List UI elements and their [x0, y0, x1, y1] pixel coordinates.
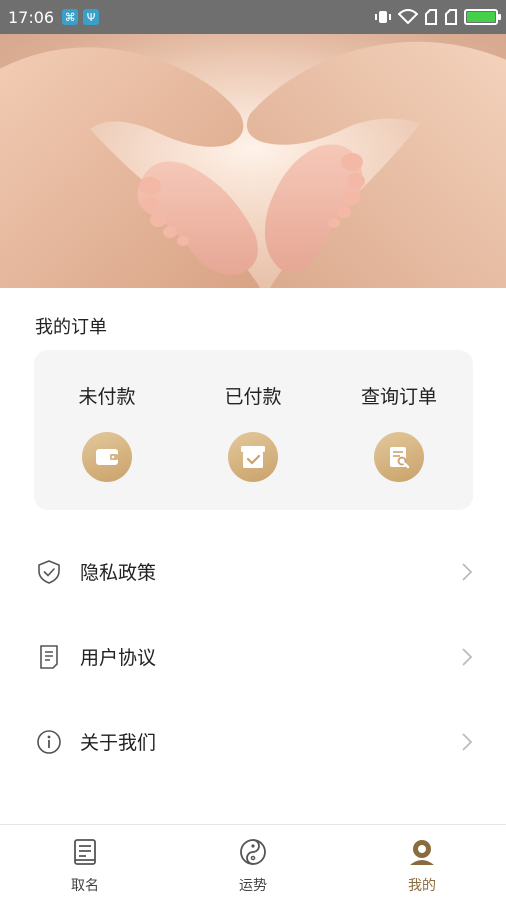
status-icons: [374, 9, 501, 25]
menu-user-agreement[interactable]: 用户协议: [0, 626, 506, 686]
status-bar: 17:06 ⌘ Ψ: [0, 0, 506, 34]
chevron-right-icon: [462, 648, 473, 666]
sim-icon: [425, 9, 437, 25]
notification-icon: ⌘: [62, 9, 79, 25]
tab-naming-label: 取名: [71, 878, 99, 894]
user-icon: [410, 840, 434, 865]
order-unpaid-button[interactable]: 未付款: [34, 382, 180, 482]
hero-banner-image: [0, 34, 506, 288]
battery-icon: [464, 9, 501, 25]
tab-fortune-label: 运势: [239, 878, 267, 894]
vibrate-icon: [375, 11, 391, 23]
page: 17:06 ⌘ Ψ 我的订单 未付款 已付款 查询订单 隐私政策 用户协议 关于…: [0, 0, 506, 900]
order-query-label: 查询订单: [360, 386, 437, 408]
book-icon: [74, 839, 96, 865]
search-order-icon: [374, 432, 424, 482]
orders-title: 我的订单: [35, 317, 107, 338]
menu-privacy-policy[interactable]: 隐私政策: [0, 541, 506, 601]
wallet-icon: [82, 432, 132, 482]
menu-about-label: 关于我们: [80, 732, 157, 754]
chevron-right-icon: [462, 563, 473, 581]
shield-check-icon: [38, 560, 60, 584]
chevron-right-icon: [462, 733, 473, 751]
orders-card: 未付款 已付款 查询订单: [34, 350, 473, 510]
yin-yang-icon: [240, 839, 266, 865]
usb-icon: Ψ: [83, 9, 100, 25]
info-icon: [37, 730, 61, 754]
tab-mine-label: 我的: [408, 878, 436, 894]
order-paid-button[interactable]: 已付款: [180, 382, 326, 482]
document-icon: [40, 645, 58, 669]
menu-privacy-label: 隐私政策: [80, 562, 157, 584]
order-query-button[interactable]: 查询订单: [326, 382, 472, 482]
tab-mine[interactable]: 我的: [372, 837, 472, 895]
status-time: 17:06: [8, 7, 55, 27]
paid-box-icon: [228, 432, 278, 482]
order-paid-label: 已付款: [224, 386, 282, 408]
order-unpaid-label: 未付款: [78, 386, 136, 408]
tab-naming[interactable]: 取名: [35, 837, 135, 895]
menu-about-us[interactable]: 关于我们: [0, 711, 506, 771]
baby-feet-illustration: [0, 34, 506, 288]
sim2-icon: [445, 9, 457, 25]
wifi-icon: [398, 9, 418, 25]
bottom-tab-bar: 取名 运势 我的: [0, 824, 506, 900]
menu-agreement-label: 用户协议: [80, 647, 157, 669]
tab-fortune[interactable]: 运势: [203, 837, 303, 895]
